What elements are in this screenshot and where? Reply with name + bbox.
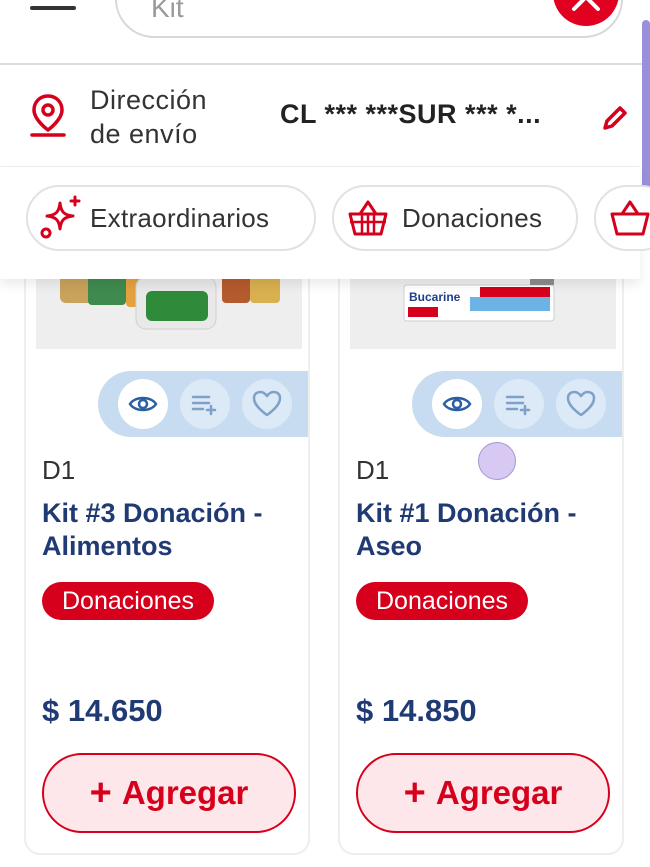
search-value: Kit [151,0,184,23]
category-badge: Donaciones [42,582,215,620]
shipping-address-label: Dirección de envío [90,83,207,151]
scrollbar[interactable] [642,20,650,190]
product-card[interactable]: Bucarine D1 Kit #1 Donación - Aseo Donac… [338,255,624,855]
add-to-cart-button[interactable]: + Agregar [42,753,296,833]
product-card[interactable]: D1 Kit #3 Donación - Alimentos Donacione… [24,255,310,855]
product-actions [98,371,308,437]
address-label-line1: Dirección [90,85,208,115]
sparkles-icon [40,195,81,239]
chip-partial[interactable] [594,185,650,251]
add-to-list-button[interactable] [494,379,544,429]
chip-label: Donaciones [402,202,543,233]
clear-search-button[interactable] [553,0,619,26]
favorite-button[interactable] [556,379,606,429]
product-brand: D1 [42,455,76,485]
category-badge: Donaciones [356,582,529,620]
touch-indicator [478,442,516,480]
close-icon [572,0,600,11]
hamburger-menu-icon[interactable] [30,0,76,16]
eye-icon [442,396,472,412]
add-button-label: Agregar [121,774,249,811]
product-name[interactable]: Kit #3 Donación - Alimentos [42,497,292,563]
top-bar: Kit [0,0,650,64]
add-button-label: Agregar [435,774,563,811]
playlist-add-icon [191,395,217,416]
quick-view-button[interactable] [118,379,168,429]
location-pin-icon [30,94,66,137]
eye-icon [128,396,158,412]
product-price: $ 14.650 [42,693,163,728]
address-label-line2: de envío [90,119,198,149]
heart-icon [566,390,596,417]
chip-donaciones[interactable]: Donaciones [332,185,578,251]
chip-label: Extraordinarios [90,202,270,233]
basket-icon [348,200,388,236]
product-price: $ 14.850 [356,693,477,728]
category-chips: Extraordinarios Donaciones [0,167,650,279]
plus-icon: + [89,771,112,814]
search-input[interactable]: Kit [115,0,623,38]
basket-icon [610,200,650,236]
favorite-button[interactable] [242,379,292,429]
chip-extraordinarios[interactable]: Extraordinarios [26,185,316,251]
product-name[interactable]: Kit #1 Donación - Aseo [356,497,606,563]
quick-view-button[interactable] [432,379,482,429]
heart-icon [252,390,282,417]
svg-text:Bucarine: Bucarine [409,290,461,304]
add-to-list-button[interactable] [180,379,230,429]
pencil-edit-icon[interactable] [600,103,630,133]
playlist-add-icon [505,395,531,416]
add-to-cart-button[interactable]: + Agregar [356,753,610,833]
product-brand: D1 [356,455,390,485]
shipping-address-row[interactable]: Dirección de envío CL *** ***SUR *** *..… [0,65,640,169]
shipping-address-value: CL *** ***SUR *** *... [280,99,542,129]
plus-icon: + [403,771,426,814]
product-actions [412,371,622,437]
